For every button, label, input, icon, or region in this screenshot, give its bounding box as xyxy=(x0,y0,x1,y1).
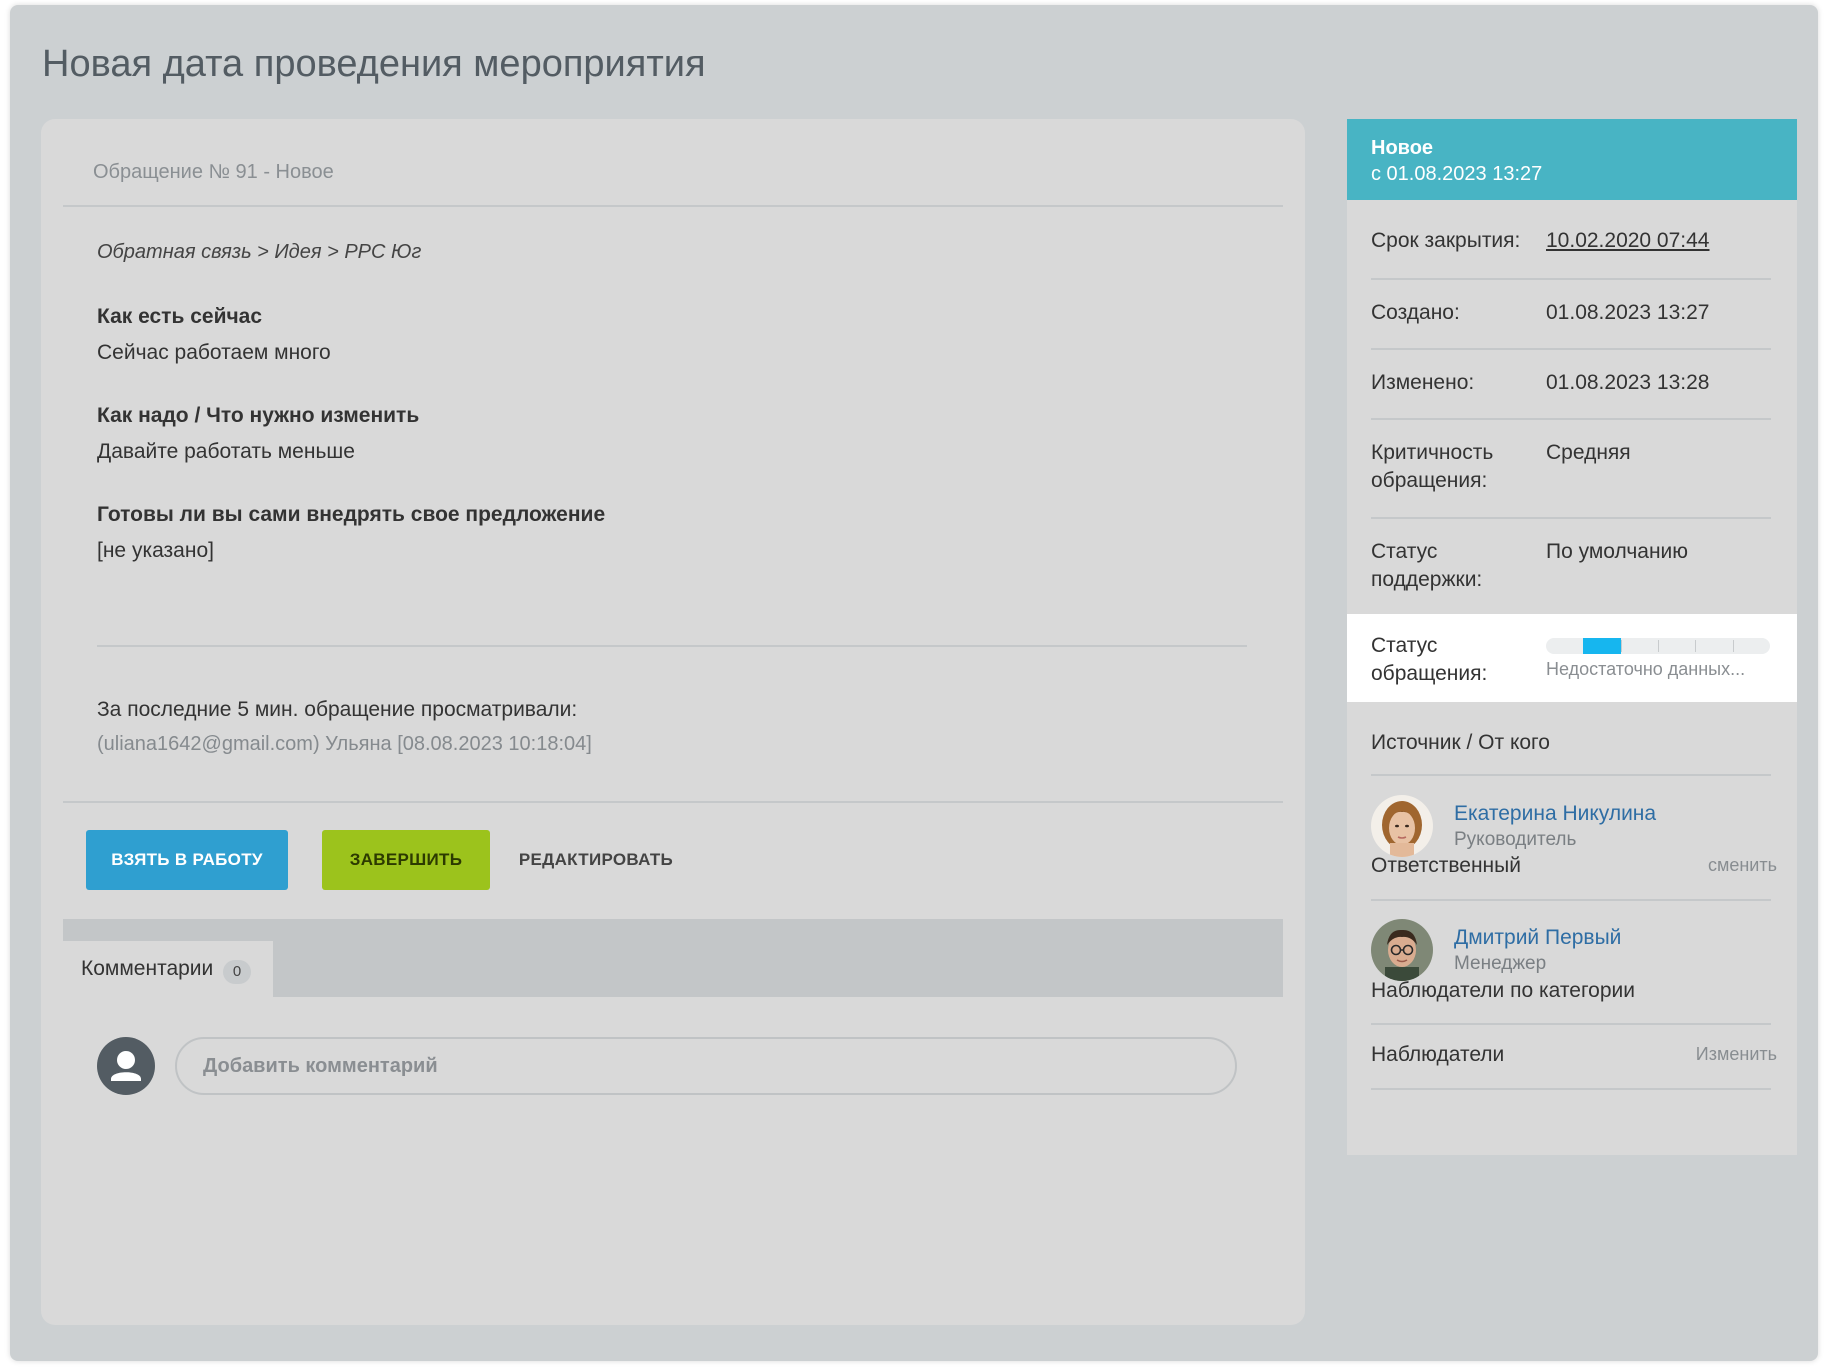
criticality-value: Средняя xyxy=(1546,441,1631,464)
field-label: Как надо / Что нужно изменить xyxy=(97,404,420,427)
divider xyxy=(63,801,1283,803)
divider xyxy=(1371,899,1771,901)
ticket-status-note: Недостаточно данных... xyxy=(1546,659,1746,679)
take-to-work-button[interactable]: ВЗЯТЬ В РАБОТУ xyxy=(86,830,288,890)
source-role: Руководитель xyxy=(1454,829,1577,850)
viewers-list: (uliana1642@gmail.com) Ульяна [08.08.202… xyxy=(97,733,592,755)
support-status-value: По умолчанию xyxy=(1546,540,1689,563)
source-label: Источник / От кого xyxy=(1371,731,1550,754)
deadline-value[interactable]: 10.02.2020 07:44 xyxy=(1546,227,1710,255)
ticket-sidebar: Новое с 01.08.2023 13:27 Срок закрытия: … xyxy=(1347,119,1797,1155)
tab-label: Комментарии xyxy=(81,957,214,980)
progress-separator xyxy=(1620,640,1622,652)
viewers-label: За последние 5 мин. обращение просматрив… xyxy=(97,698,578,721)
support-status-label: Статус поддержки: xyxy=(1371,538,1482,594)
responsible-role: Менеджер xyxy=(1454,953,1547,974)
criticality-label: Критичность обращения: xyxy=(1371,439,1493,495)
status-header: Новое с 01.08.2023 13:27 xyxy=(1347,119,1797,200)
divider xyxy=(1371,348,1771,350)
edit-button[interactable]: РЕДАКТИРОВАТЬ xyxy=(511,830,681,890)
support-status-label-line1: Статус xyxy=(1371,540,1438,563)
comments-tabbar: Комментарии 0 xyxy=(63,919,1283,997)
responsible-name[interactable]: Дмитрий Первый xyxy=(1454,926,1621,950)
field-value: [не указано] xyxy=(97,539,214,562)
progress-separator xyxy=(1658,640,1659,652)
breadcrumb: Обратная связь > Идея > РРС Юг xyxy=(97,241,422,263)
divider xyxy=(1371,278,1771,280)
window-frame: Новая дата проведения мероприятия Обраще… xyxy=(10,5,1818,1361)
change-responsible-link[interactable]: сменить xyxy=(1708,855,1777,876)
divider xyxy=(1371,418,1771,420)
source-avatar[interactable] xyxy=(1371,795,1433,857)
status-since: с 01.08.2023 13:27 xyxy=(1371,163,1543,185)
category-watchers-label: Наблюдатели по категории xyxy=(1371,979,1635,1002)
status-name: Новое xyxy=(1371,137,1434,159)
source-name[interactable]: Екатерина Никулина xyxy=(1454,802,1656,826)
progress-separator xyxy=(1732,640,1734,652)
field-value: Сейчас работаем много xyxy=(97,341,331,364)
field-ready-to-implement: Готовы ли вы сами внедрять свое предложе… xyxy=(97,503,605,563)
divider xyxy=(63,205,1283,207)
divider xyxy=(1371,517,1771,519)
modified-label: Изменено: xyxy=(1371,371,1475,394)
divider xyxy=(1371,1088,1771,1090)
watchers-label: Наблюдатели xyxy=(1371,1043,1505,1066)
ticket-status-label-line1: Статус xyxy=(1371,634,1438,657)
deadline-label: Срок закрытия: xyxy=(1371,229,1521,252)
ticket-header: Обращение № 91 - Новое xyxy=(93,161,334,183)
field-desired-state: Как надо / Что нужно изменить Давайте ра… xyxy=(97,404,419,464)
user-avatar-icon xyxy=(97,1037,155,1095)
progress-separator xyxy=(1695,640,1697,652)
criticality-label-line2: обращения: xyxy=(1371,469,1488,492)
modified-value: 01.08.2023 13:28 xyxy=(1546,371,1710,394)
field-current-state: Как есть сейчас Сейчас работаем много xyxy=(97,305,331,365)
ticket-status-label: Статус обращения: xyxy=(1371,632,1487,688)
responsible-label: Ответственный xyxy=(1371,854,1521,877)
criticality-label-line1: Критичность xyxy=(1371,441,1494,464)
divider xyxy=(97,645,1247,647)
field-label: Как есть сейчас xyxy=(97,305,263,328)
support-status-label-line2: поддержки: xyxy=(1371,568,1483,591)
tab-comments[interactable]: Комментарии 0 xyxy=(63,941,273,997)
responsible-avatar[interactable] xyxy=(1371,919,1433,981)
comment-input[interactable] xyxy=(175,1037,1237,1095)
finish-button[interactable]: ЗАВЕРШИТЬ xyxy=(322,830,490,890)
change-watchers-link[interactable]: Изменить xyxy=(1696,1044,1777,1065)
progress-active-segment xyxy=(1583,638,1621,654)
page-title: Новая дата проведения мероприятия xyxy=(42,43,706,85)
created-label: Создано: xyxy=(1371,301,1460,324)
ticket-status-label-line2: обращения: xyxy=(1371,662,1488,685)
divider xyxy=(1371,1023,1771,1025)
field-label: Готовы ли вы сами внедрять свое предложе… xyxy=(97,503,606,526)
ticket-status-progress xyxy=(1546,638,1770,654)
ticket-status-row: Статус обращения: Недостаточно данных... xyxy=(1347,614,1797,702)
divider xyxy=(1371,774,1771,776)
created-value: 01.08.2023 13:27 xyxy=(1546,301,1710,324)
field-value: Давайте работать меньше xyxy=(97,440,355,463)
ticket-card: Обращение № 91 - Новое Обратная связь > … xyxy=(41,119,1305,1325)
comment-count-badge: 0 xyxy=(223,960,251,984)
